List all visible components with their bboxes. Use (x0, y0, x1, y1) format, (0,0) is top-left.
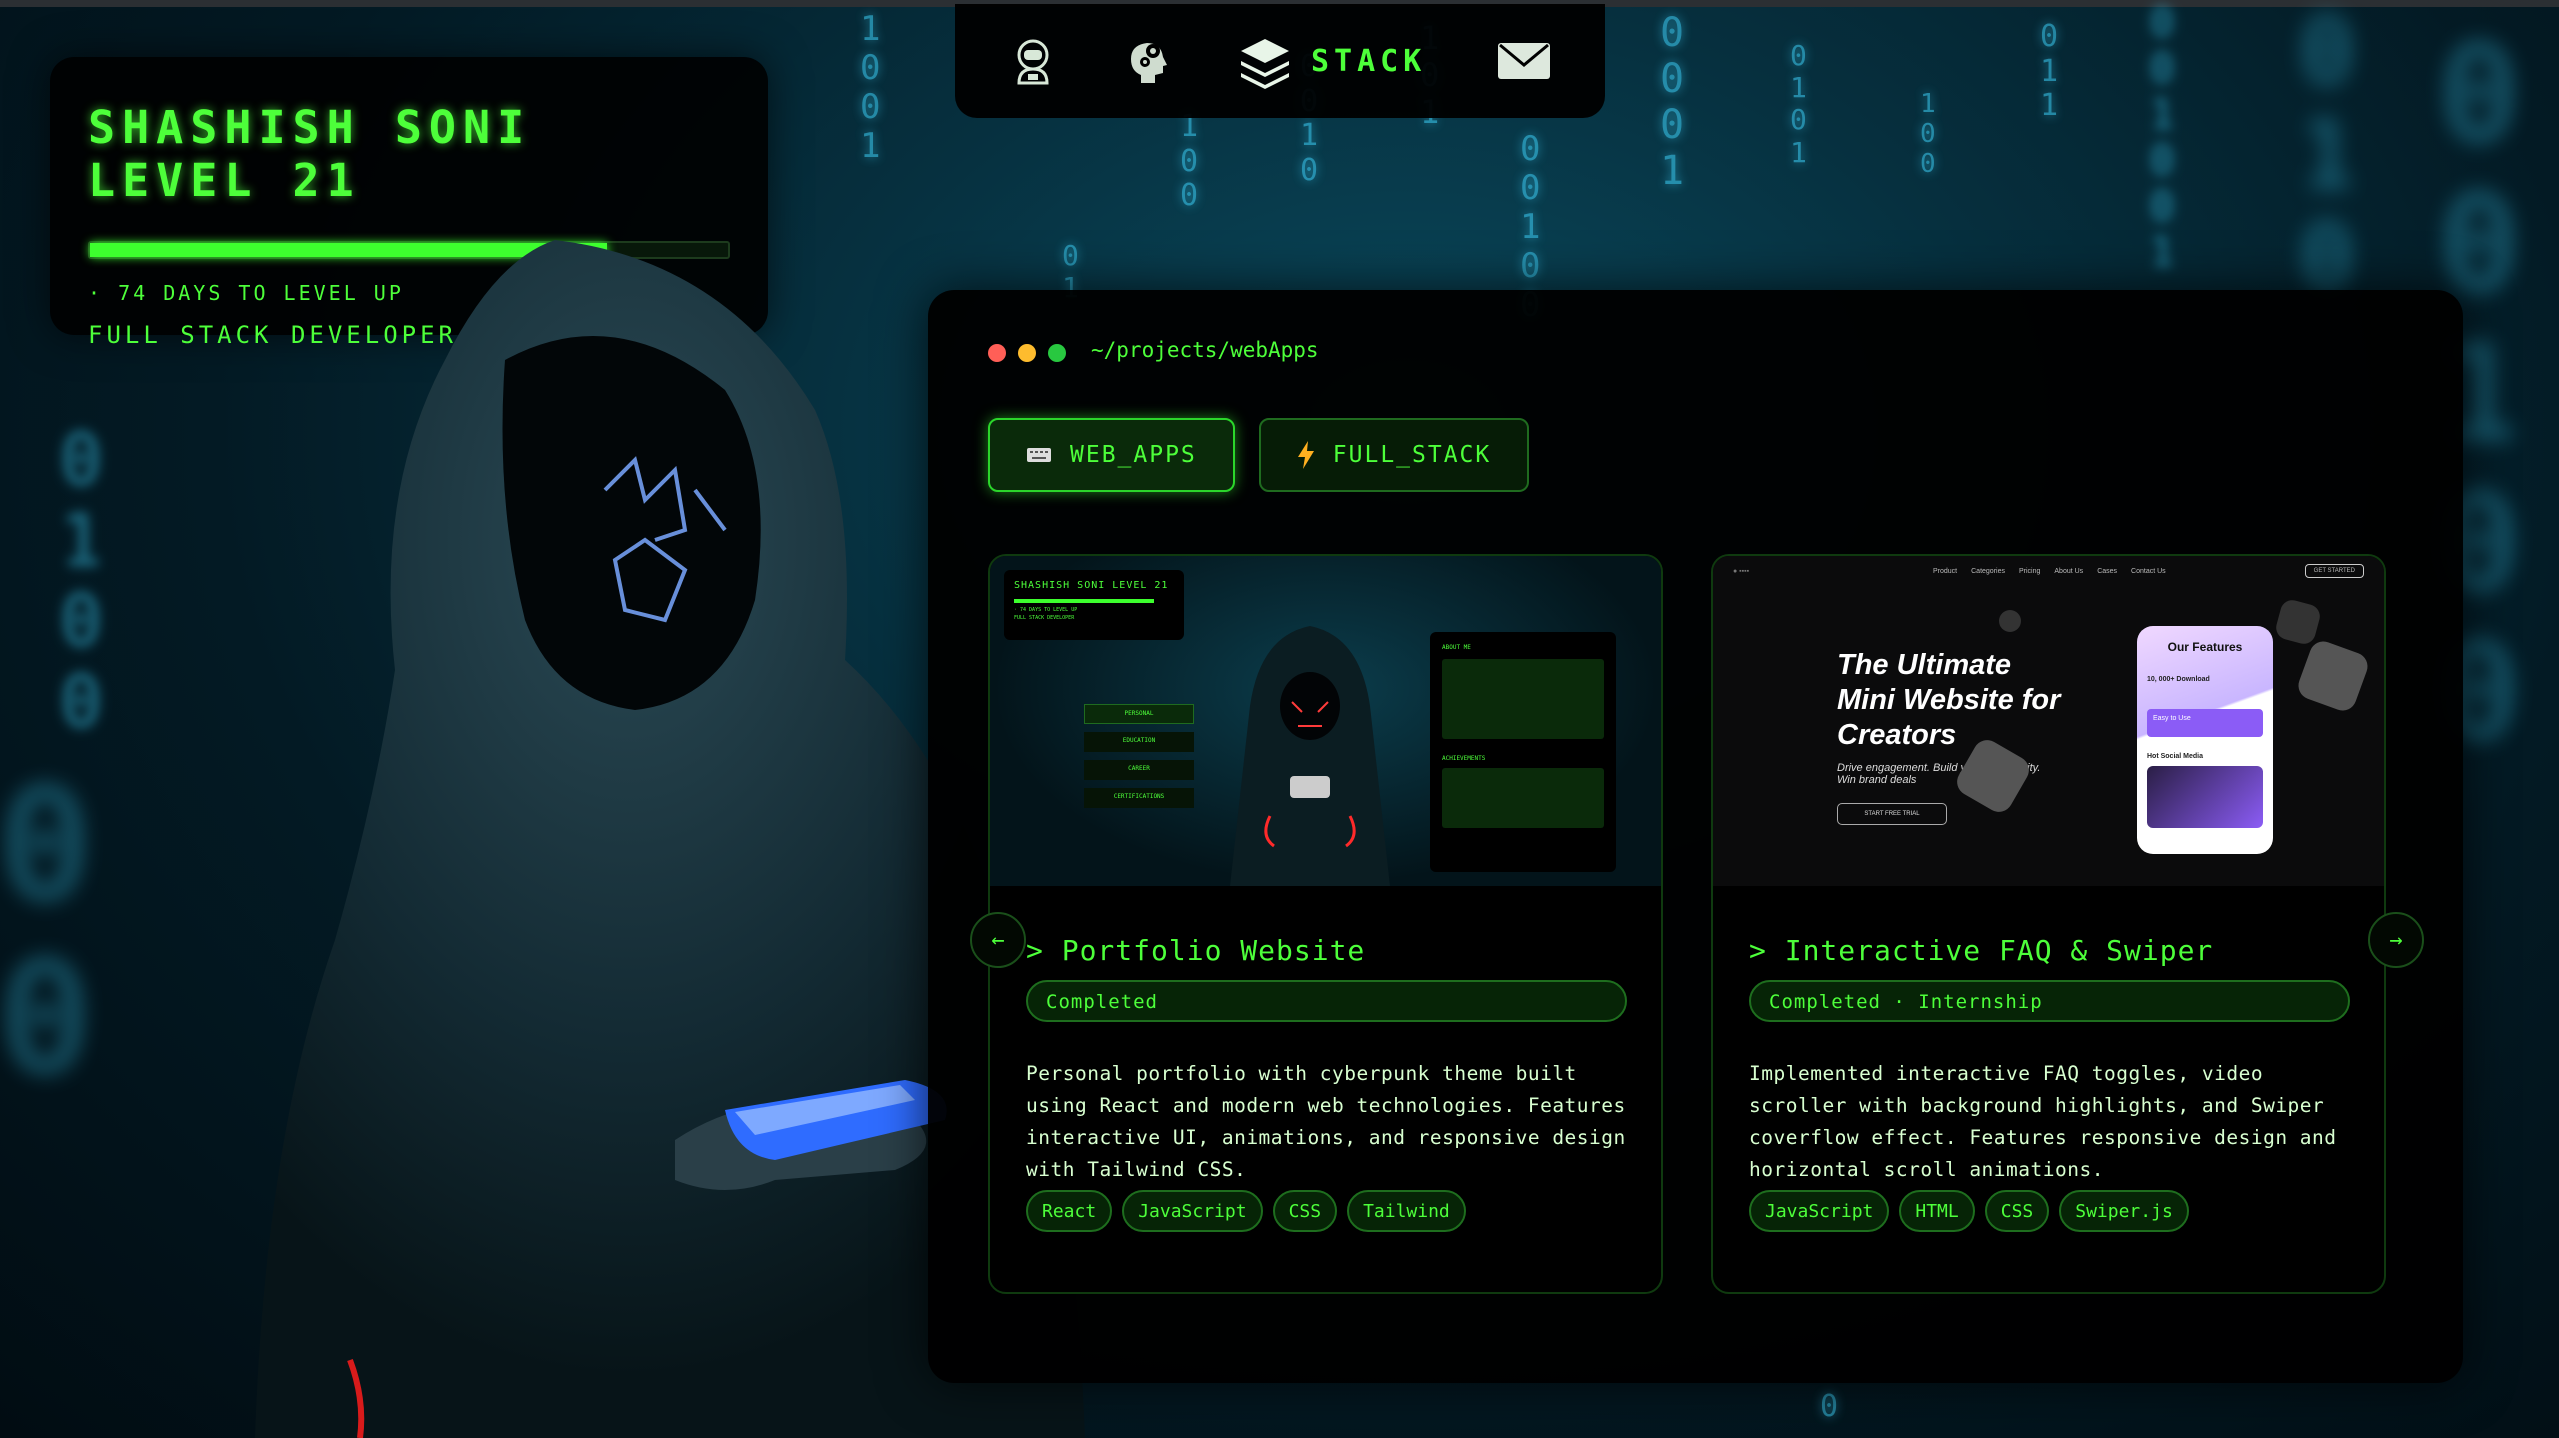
tech-tags: JavaScript HTML CSS Swiper.js (1749, 1190, 2189, 1232)
thumb-cta: GET STARTED (2304, 564, 2364, 578)
thumb-hacker-figure (1230, 626, 1390, 886)
nav-item-stack[interactable]: STACK (1237, 33, 1426, 89)
thumb-title: SHASHISH SONI LEVEL 21 (1014, 580, 1169, 591)
thumb-role: FULL STACK DEVELOPER (1014, 615, 1075, 621)
thumb-nav-item: About Us (2054, 567, 2084, 575)
envelope-icon (1496, 33, 1552, 89)
tech-tags: React JavaScript CSS Tailwind (1026, 1190, 1466, 1232)
top-nav: STACK (955, 4, 1605, 118)
close-dot[interactable] (988, 344, 1006, 362)
thumb-nav-item: Pricing (2018, 567, 2041, 575)
thumb-menu-item: CAREER (1084, 760, 1194, 780)
tab-web-apps[interactable]: WEB_APPS (988, 418, 1235, 492)
thumb-nav-item: Cases (2097, 567, 2118, 575)
thumb-sub: · 74 DAYS TO LEVEL UP (1014, 607, 1078, 613)
thumb-menu-item: PERSONAL (1084, 704, 1194, 724)
tech-tag: CSS (1984, 1190, 2050, 1232)
thumb-phone-item: Hot Social Media (2147, 753, 2204, 760)
project-description: Implemented interactive FAQ toggles, vid… (1749, 1062, 2337, 1181)
thumb-menu-item: CERTIFICATIONS (1084, 788, 1194, 808)
thumb-site-nav: ● ▪▪▪▪ Product Categories Pricing About … (1713, 556, 2384, 586)
astronaut-icon (1005, 33, 1061, 89)
thumb-phone-mockup: Our Features 10, 000+ Download Easy to U… (2137, 626, 2273, 854)
path-label: ~/projects/webApps (1091, 338, 1319, 362)
status-badge: Completed · Internship (1749, 980, 2350, 1022)
thumb-trial-button: START FREE TRIAL (1837, 803, 1947, 825)
tech-tag: Swiper.js (2059, 1190, 2189, 1232)
tech-tag: JavaScript (1749, 1190, 1890, 1232)
window-controls (988, 344, 1066, 362)
project-thumbnail: SHASHISH SONI LEVEL 21 · 74 DAYS TO LEVE… (990, 556, 1661, 886)
tech-tag: JavaScript (1122, 1190, 1263, 1232)
thumb-phone-item: 10, 000+ Download (2147, 676, 2210, 683)
tech-tag: React (1026, 1190, 1113, 1232)
keyboard-icon (1027, 448, 1051, 462)
status-badge: Completed (1026, 980, 1627, 1022)
next-arrow-button[interactable]: → (2368, 912, 2424, 968)
project-description: Personal portfolio with cyberpunk theme … (1026, 1062, 1626, 1181)
thumb-nav-item: Contact Us (2131, 567, 2166, 575)
thumb-about: ABOUT ME (1442, 644, 1471, 651)
layers-icon (1237, 33, 1293, 89)
nav-item-about[interactable] (1005, 33, 1061, 89)
project-card[interactable]: ● ▪▪▪▪ Product Categories Pricing About … (1711, 554, 2386, 1294)
tab-full-stack[interactable]: FULL_STACK (1258, 418, 1530, 492)
nav-label-stack: STACK (1311, 43, 1427, 79)
project-title: > Interactive FAQ & Swiper (1749, 934, 2214, 967)
thumb-nav-item: Product (1933, 567, 1958, 575)
project-thumbnail: ● ▪▪▪▪ Product Categories Pricing About … (1713, 556, 2384, 886)
tab-label: WEB_APPS (1070, 442, 1197, 468)
prev-arrow-button[interactable]: ← (970, 912, 1026, 968)
project-card[interactable]: SHASHISH SONI LEVEL 21 · 74 DAYS TO LEVE… (988, 554, 1663, 1294)
lightning-icon (1297, 441, 1314, 469)
maximize-dot[interactable] (1048, 344, 1066, 362)
category-tabs: WEB_APPS FULL_STACK (988, 418, 1530, 492)
minimize-dot[interactable] (1018, 344, 1036, 362)
nav-item-contact[interactable] (1496, 33, 1552, 89)
thumb-nav-item: Categories (1971, 567, 2005, 575)
level-title: SHASHISH SONI LEVEL 21 (88, 101, 532, 207)
thumb-headline: The Ultimate Mini Website for Creators (1837, 649, 2061, 751)
thumb-phone-title: Our Features (2167, 640, 2243, 654)
thumb-achievements: ACHIEVEMENTS (1442, 755, 1486, 762)
nav-item-skills[interactable] (1121, 33, 1177, 89)
project-title: > Portfolio Website (1026, 934, 1366, 967)
tech-tag: HTML (1899, 1190, 1975, 1232)
thumb-phone-item: Easy to Use (2147, 709, 2263, 737)
tech-tag: CSS (1272, 1190, 1338, 1232)
projects-panel: ~/projects/webApps WEB_APPS FULL_STACK S… (928, 290, 2463, 1383)
thumb-menu-item: EDUCATION (1084, 732, 1194, 752)
tab-label: FULL_STACK (1332, 442, 1492, 468)
gears-head-icon (1121, 33, 1177, 89)
tech-tag: Tailwind (1347, 1190, 1466, 1232)
